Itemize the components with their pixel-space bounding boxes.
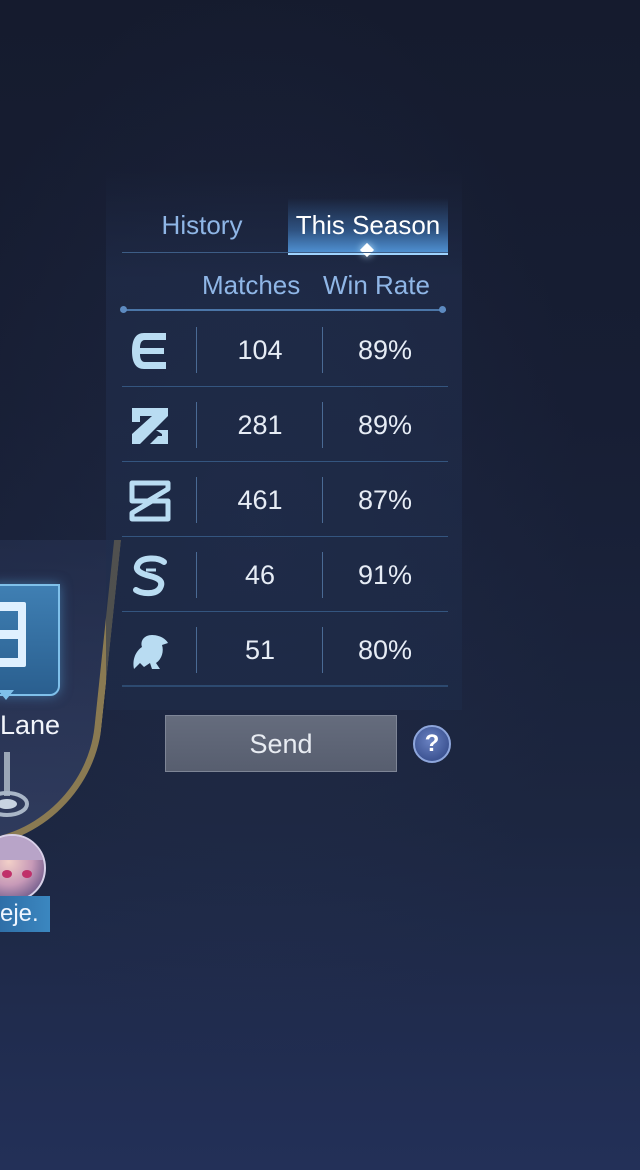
header-divider — [122, 309, 446, 311]
matches-value: 46 — [244, 560, 276, 590]
lane-beast-icon — [133, 635, 168, 669]
win-rate-value: 87% — [357, 485, 413, 515]
help-icon[interactable]: ? — [413, 725, 451, 763]
header-divider-dot — [439, 306, 446, 313]
row-divider — [122, 536, 448, 537]
matches-value: 281 — [237, 410, 283, 440]
column-separator — [196, 402, 197, 448]
lane-z-icon — [129, 480, 171, 522]
tab-divider — [122, 252, 448, 253]
win-rate-value: 91% — [357, 560, 413, 590]
stats-row: 51 80% — [122, 613, 448, 687]
column-separator — [196, 327, 197, 373]
column-header-win-rate: Win Rate — [323, 270, 430, 300]
column-separator — [196, 552, 197, 598]
stats-row: 46 91% — [122, 538, 448, 612]
stats-row: 281 89% — [122, 388, 448, 462]
matches-value: 51 — [244, 635, 276, 665]
stats-row: 461 87% — [122, 463, 448, 537]
lane-s-icon — [133, 555, 167, 597]
column-separator — [196, 627, 197, 673]
lane-slash-icon — [132, 408, 168, 444]
lane-label: Lane — [0, 710, 61, 740]
table-bottom-divider — [122, 685, 448, 687]
lane-pin-icon — [0, 752, 29, 817]
column-header-matches: Matches — [202, 270, 301, 300]
row-divider — [122, 461, 448, 462]
win-rate-value: 80% — [357, 635, 413, 665]
lane-pointer — [0, 690, 14, 700]
player-name: eje. — [0, 896, 50, 932]
row-divider — [122, 386, 448, 387]
column-separator — [196, 477, 197, 523]
send-button[interactable]: Send — [165, 715, 397, 772]
header-divider-dot — [120, 306, 127, 313]
win-rate-value: 89% — [357, 335, 413, 365]
stats-row: 104 89% — [122, 313, 448, 387]
lane-e-icon[interactable] — [0, 584, 60, 696]
row-divider — [122, 611, 448, 612]
matches-value: 461 — [237, 485, 283, 515]
lane-e-icon — [132, 333, 166, 369]
tab-history[interactable]: History — [136, 198, 268, 252]
matches-value: 104 — [237, 335, 283, 365]
win-rate-value: 89% — [357, 410, 413, 440]
